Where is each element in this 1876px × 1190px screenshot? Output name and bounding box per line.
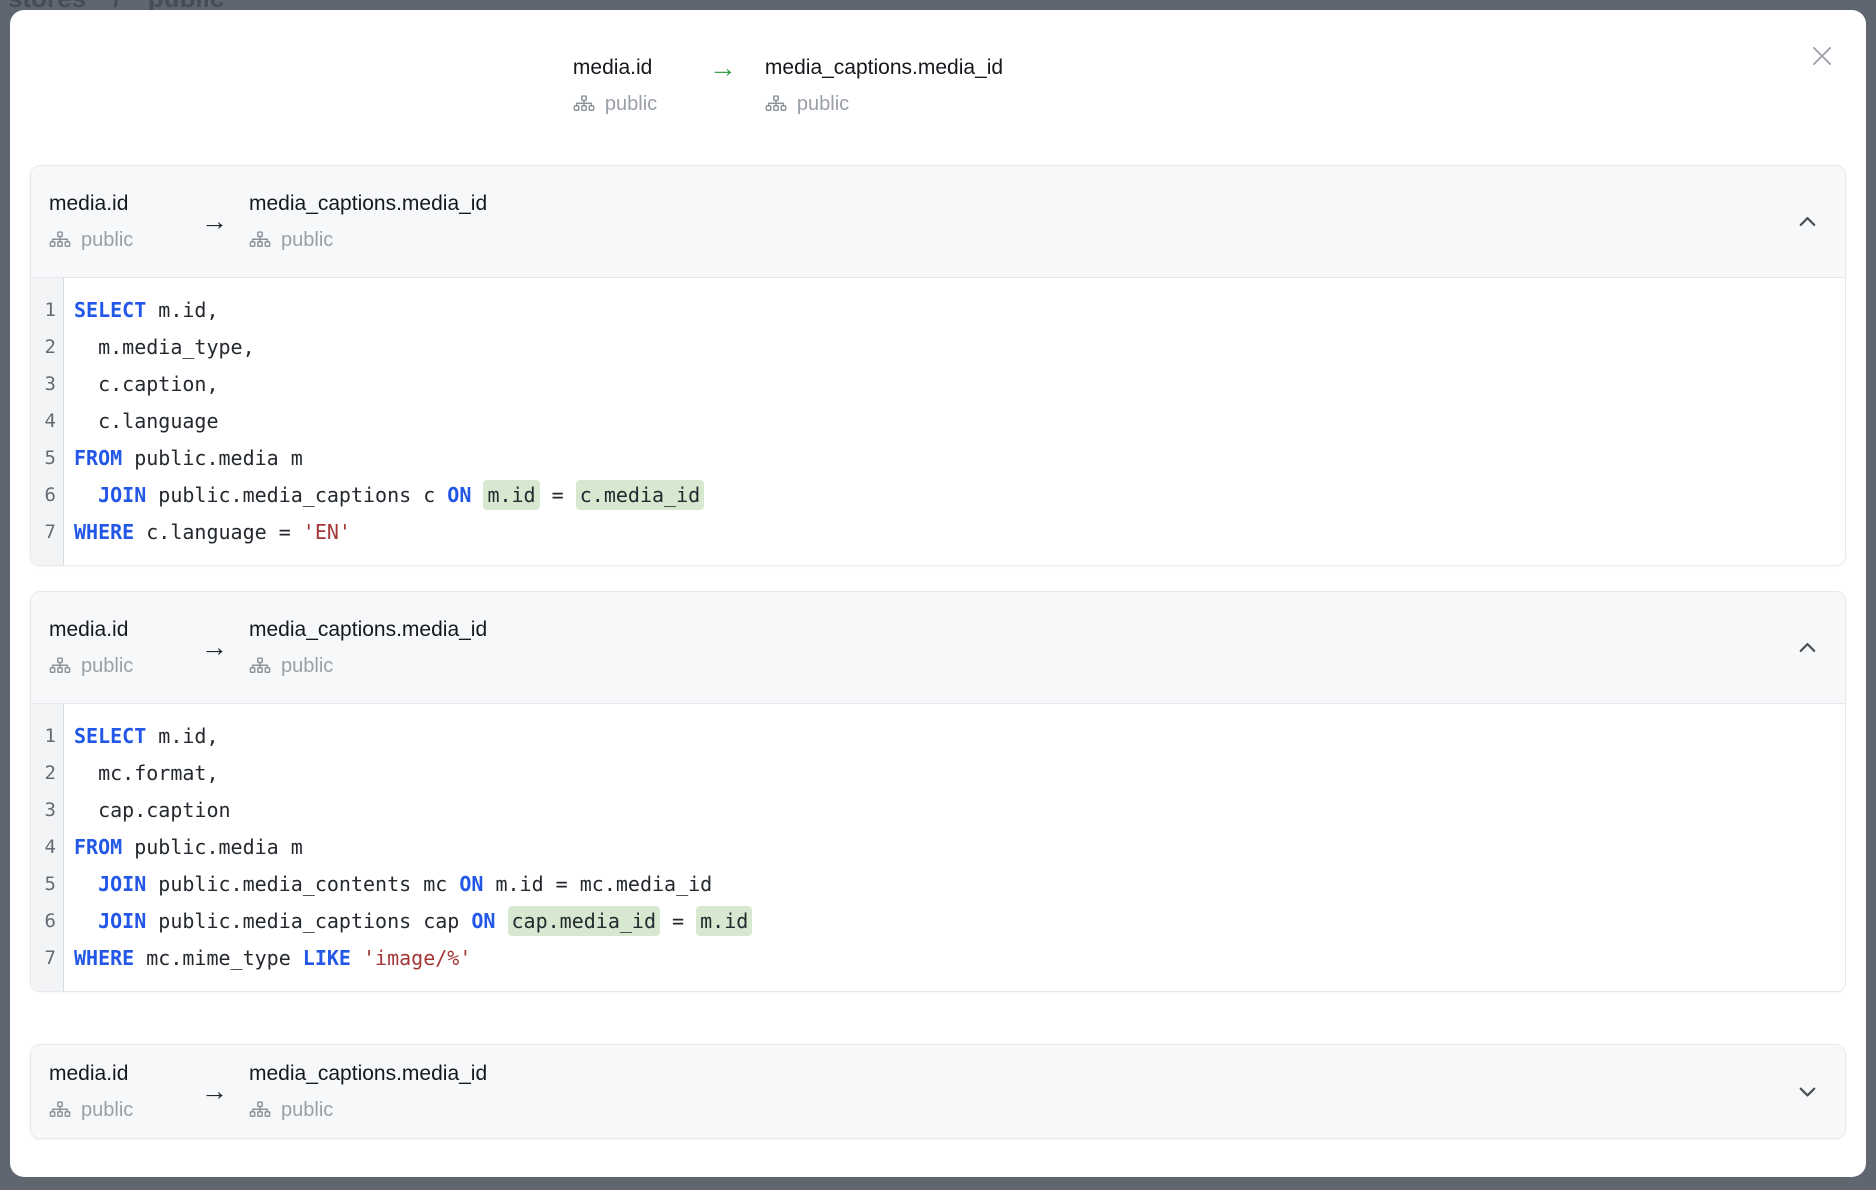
source-schema-name: public bbox=[81, 227, 133, 253]
source-schema-name: public bbox=[605, 91, 657, 117]
target-column-name: media_captions.media_id bbox=[765, 54, 1003, 81]
sql-code-line: JOIN public.media_contents mc ON m.id = … bbox=[74, 866, 1845, 903]
lineage-target: media_captions.media_id publ bbox=[249, 616, 487, 679]
line-number: 6 bbox=[31, 903, 63, 940]
lineage-target: media_captions.media_id publ bbox=[249, 1060, 487, 1123]
lineage-header: media.id public → media_cap bbox=[0, 54, 1716, 117]
line-number-gutter: 1234567 bbox=[31, 278, 64, 565]
chevron-up-icon[interactable] bbox=[1794, 634, 1821, 661]
line-number: 5 bbox=[31, 440, 63, 477]
lineage-arrow-icon: → bbox=[201, 632, 227, 663]
lineage-source: media.id public bbox=[49, 616, 171, 679]
line-number: 5 bbox=[31, 866, 63, 903]
sql-code-line: m.media_type, bbox=[74, 329, 1845, 366]
target-column-name: media_captions.media_id bbox=[249, 1060, 487, 1087]
sql-code-lines: SELECT m.id, mc.format, cap.captionFROM … bbox=[64, 704, 1845, 991]
sql-code-line: cap.caption bbox=[74, 792, 1845, 829]
chevron-down-icon[interactable] bbox=[1794, 1078, 1821, 1105]
target-column-name: media_captions.media_id bbox=[249, 616, 487, 643]
source-schema-name: public bbox=[81, 1097, 133, 1123]
sql-code-block: 1234567 SELECT m.id, m.media_type, c.cap… bbox=[31, 277, 1845, 565]
sql-code-line: SELECT m.id, bbox=[74, 292, 1845, 329]
chevron-up-icon[interactable] bbox=[1794, 208, 1821, 235]
lineage-card: media.id public bbox=[30, 591, 1846, 992]
sql-code-line: SELECT m.id, bbox=[74, 718, 1845, 755]
target-schema-name: public bbox=[281, 1097, 333, 1123]
sql-code-line: WHERE mc.mime_type LIKE 'image/%' bbox=[74, 940, 1845, 977]
close-button[interactable] bbox=[1806, 40, 1838, 72]
line-number: 2 bbox=[31, 329, 63, 366]
sql-code-line: FROM public.media m bbox=[74, 440, 1845, 477]
schema-icon bbox=[249, 1101, 271, 1120]
line-number: 6 bbox=[31, 477, 63, 514]
line-number: 7 bbox=[31, 940, 63, 977]
sql-code-line: JOIN public.media_captions c ON m.id = c… bbox=[74, 477, 1845, 514]
lineage-arrow-icon: → bbox=[201, 206, 227, 237]
sql-code-line: WHERE c.language = 'EN' bbox=[74, 514, 1845, 551]
source-column-name: media.id bbox=[49, 190, 171, 217]
line-number: 1 bbox=[31, 292, 63, 329]
sql-code-line: JOIN public.media_captions cap ON cap.me… bbox=[74, 903, 1845, 940]
source-column-name: media.id bbox=[573, 54, 685, 81]
schema-icon bbox=[765, 95, 787, 114]
schema-icon bbox=[249, 231, 271, 250]
lineage-arrow-icon: → bbox=[201, 1076, 227, 1107]
sql-code-line: mc.format, bbox=[74, 755, 1845, 792]
line-number: 3 bbox=[31, 792, 63, 829]
target-column-name: media_captions.media_id bbox=[249, 190, 487, 217]
schema-icon bbox=[249, 657, 271, 676]
lineage-modal: media.id public → media_cap bbox=[10, 10, 1866, 1177]
close-icon bbox=[1806, 40, 1838, 72]
lineage-card: media.id public bbox=[30, 165, 1846, 566]
line-number: 7 bbox=[31, 514, 63, 551]
sql-code-line: c.language bbox=[74, 403, 1845, 440]
sql-code-line: FROM public.media m bbox=[74, 829, 1845, 866]
source-column-name: media.id bbox=[49, 1060, 171, 1087]
page-overlay[interactable]: { "background": { "breadcrumb_hint": "st… bbox=[0, 0, 1876, 1190]
line-number: 4 bbox=[31, 829, 63, 866]
lineage-card: media.id public bbox=[30, 1044, 1846, 1139]
lineage-target: media_captions.media_id publ bbox=[249, 190, 487, 253]
lineage-source: media.id public bbox=[49, 190, 171, 253]
line-number: 2 bbox=[31, 755, 63, 792]
lineage-card-header[interactable]: media.id public bbox=[31, 1045, 1845, 1138]
cards-list: media.id public bbox=[30, 165, 1846, 1139]
schema-icon bbox=[49, 657, 71, 676]
target-schema-name: public bbox=[281, 653, 333, 679]
line-number: 1 bbox=[31, 718, 63, 755]
source-schema-name: public bbox=[81, 653, 133, 679]
schema-icon bbox=[573, 95, 595, 114]
lineage-card-header[interactable]: media.id public bbox=[31, 592, 1845, 703]
line-number-gutter: 1234567 bbox=[31, 704, 64, 991]
sql-code-block: 1234567 SELECT m.id, mc.format, cap.capt… bbox=[31, 703, 1845, 991]
schema-icon bbox=[49, 1101, 71, 1120]
lineage-card-header[interactable]: media.id public bbox=[31, 166, 1845, 277]
line-number: 3 bbox=[31, 366, 63, 403]
source-column-name: media.id bbox=[49, 616, 171, 643]
target-schema-name: public bbox=[281, 227, 333, 253]
sql-code-lines: SELECT m.id, m.media_type, c.caption, c.… bbox=[64, 278, 1845, 565]
line-number: 4 bbox=[31, 403, 63, 440]
sql-code-line: c.caption, bbox=[74, 366, 1845, 403]
lineage-source: media.id public bbox=[49, 1060, 171, 1123]
lineage-source: media.id public bbox=[573, 54, 685, 117]
schema-icon bbox=[49, 231, 71, 250]
lineage-arrow-icon: → bbox=[709, 54, 737, 81]
target-schema-name: public bbox=[797, 91, 849, 117]
lineage-target: media_captions.media_id public bbox=[765, 54, 1003, 117]
